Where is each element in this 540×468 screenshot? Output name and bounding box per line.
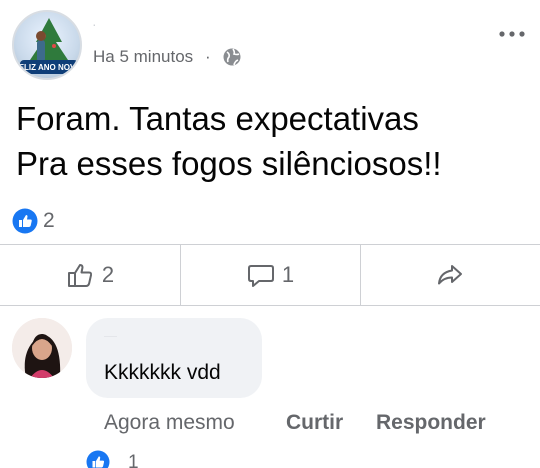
avatar-caption: FELIZ ANO NOVO!: [14, 63, 82, 72]
comment-reply-button[interactable]: Responder: [376, 411, 486, 435]
comment-button[interactable]: 1: [180, 245, 360, 305]
comment-bubble[interactable]: — Kkkkkkk vdd: [86, 318, 262, 398]
like-count: 2: [101, 262, 115, 287]
like-badge-icon: [12, 208, 38, 234]
comment-count: 1: [281, 262, 295, 287]
post-body: Foram. Tantas expectativas Pra esses fog…: [16, 96, 442, 186]
avatar-image: FELIZ ANO NOVO!: [14, 18, 82, 74]
meta-separator: ·: [205, 47, 211, 66]
comment-like-button[interactable]: Curtir: [286, 411, 343, 435]
share-button[interactable]: [360, 245, 540, 305]
like-button[interactable]: 2: [0, 245, 180, 305]
commenter-photo: [12, 318, 72, 378]
post-timestamp[interactable]: Ha 5 minutos: [93, 47, 193, 67]
comment-text: Kkkkkkk vdd: [104, 361, 221, 384]
post-text-line-2: Pra esses fogos silênciosos!!: [16, 145, 442, 182]
more-horizontal-icon[interactable]: [496, 22, 528, 46]
globe-icon[interactable]: [222, 47, 242, 67]
author-avatar[interactable]: FELIZ ANO NOVO!: [12, 10, 82, 80]
comment-reaction-count: 1: [128, 452, 139, 468]
share-icon: [438, 265, 462, 285]
action-bar: 2 1: [0, 245, 540, 305]
like-badge-icon: [86, 450, 110, 468]
post-text-line-1: Foram. Tantas expectativas: [16, 100, 419, 137]
reaction-count[interactable]: 2: [43, 209, 55, 233]
post-author-name[interactable]: ·: [92, 16, 97, 32]
comment-time[interactable]: Agora mesmo: [104, 411, 235, 435]
post-header: FELIZ ANO NOVO! · Ha 5 minutos ·: [0, 0, 540, 90]
commenter-name[interactable]: —: [104, 328, 117, 343]
thumbs-up-icon: [67, 264, 92, 287]
commenter-avatar[interactable]: [12, 318, 72, 378]
divider-bottom: [0, 305, 540, 306]
comment-icon: [247, 265, 274, 287]
